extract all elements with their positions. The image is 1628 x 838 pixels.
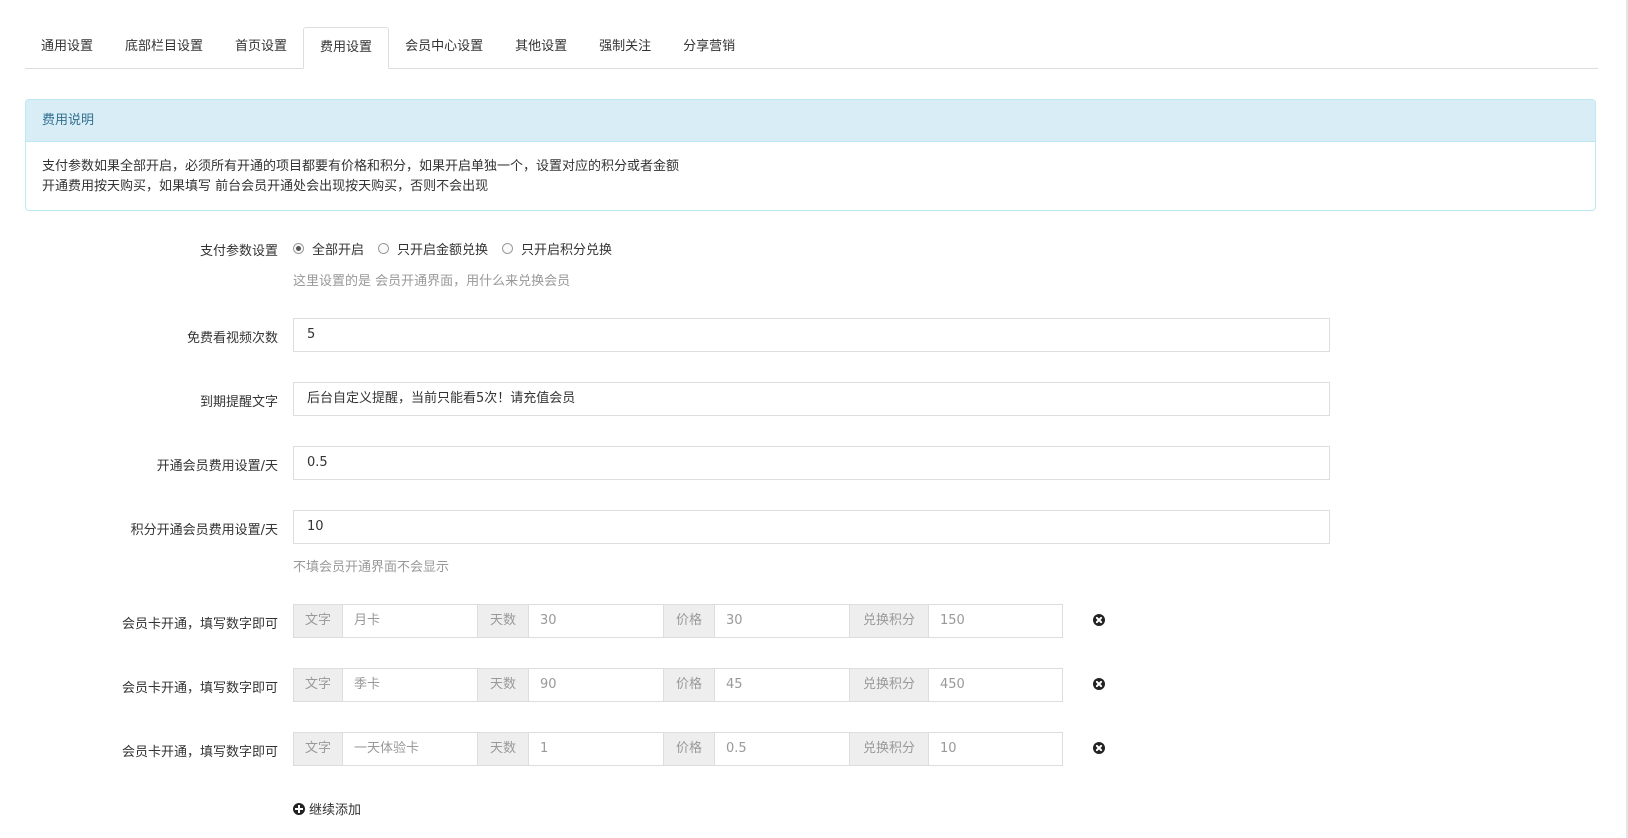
addon-points-label: 兑换积分	[850, 605, 929, 637]
payment-help-text: 这里设置的是 会员开通界面，用什么来兑换会员	[293, 274, 571, 289]
panel-title: 费用说明	[26, 100, 1595, 142]
settings-tabs: 通用设置 底部栏目设置 首页设置 费用设置 会员中心设置 其他设置 强制关注 分…	[25, 27, 1598, 69]
radio-label: 只开启积分兑换	[521, 243, 613, 258]
card-price-input[interactable]: 45	[715, 669, 850, 701]
daily-fee-label: 开通会员费用设置/天	[156, 459, 278, 474]
tab-share-marketing[interactable]: 分享营销	[667, 27, 751, 67]
remove-card-icon[interactable]	[1093, 678, 1105, 690]
card-row-label: 会员卡开通，填写数字即可	[121, 745, 278, 760]
tab-fees[interactable]: 费用设置	[303, 27, 390, 69]
addon-points-label: 兑换积分	[850, 733, 929, 765]
card-days-input[interactable]: 1	[529, 733, 664, 765]
card-row: 文字 一天体验卡 天数 1 价格 0.5 兑换积分 10	[293, 732, 1063, 766]
expire-text-label: 到期提醒文字	[199, 395, 278, 410]
card-row-label: 会员卡开通，填写数字即可	[121, 681, 278, 696]
fee-info-panel: 费用说明 支付参数如果全部开启，必须所有开通的项目都要有价格和积分，如果开启单独…	[25, 99, 1596, 211]
page: 通用设置 底部栏目设置 首页设置 费用设置 会员中心设置 其他设置 强制关注 分…	[0, 0, 1628, 838]
card-price-input[interactable]: 0.5	[715, 733, 850, 765]
card-points-input[interactable]: 450	[929, 669, 1062, 701]
radio-money-only[interactable]: 只开启金额兑换	[378, 239, 488, 258]
card-days-input[interactable]: 90	[529, 669, 664, 701]
panel-line: 支付参数如果全部开启，必须所有开通的项目都要有价格和积分，如果开启单独一个，设置…	[42, 159, 680, 174]
daily-points-help-text: 不填会员开通界面不会显示	[293, 560, 450, 575]
addon-points-label: 兑换积分	[850, 669, 929, 701]
addon-price-label: 价格	[664, 733, 715, 765]
addon-text-label: 文字	[294, 733, 343, 765]
addon-price-label: 价格	[664, 605, 715, 637]
tab-member-center[interactable]: 会员中心设置	[389, 27, 499, 67]
radio-indicator[interactable]	[293, 243, 304, 254]
daily-fee-input[interactable]: 0.5	[293, 446, 1330, 480]
radio-indicator[interactable]	[378, 243, 390, 254]
radio-label: 全部开启	[312, 243, 365, 258]
remove-card-icon[interactable]	[1093, 614, 1105, 626]
payment-radio-group: 全部开启 只开启金额兑换 只开启积分兑换	[293, 239, 626, 258]
addon-text-label: 文字	[294, 669, 343, 701]
card-price-input[interactable]: 30	[715, 605, 850, 637]
plus-circle-icon	[293, 802, 305, 815]
card-points-input[interactable]: 10	[929, 733, 1062, 765]
card-text-input[interactable]: 一天体验卡	[343, 733, 478, 765]
card-text-input[interactable]: 月卡	[343, 605, 478, 637]
free-views-input[interactable]: 5	[293, 318, 1330, 352]
card-text-input[interactable]: 季卡	[343, 669, 478, 701]
card-row: 文字 月卡 天数 30 价格 30 兑换积分 150	[293, 604, 1063, 638]
tab-force-follow[interactable]: 强制关注	[583, 27, 667, 67]
payment-label: 支付参数设置	[199, 244, 278, 259]
addon-price-label: 价格	[664, 669, 715, 701]
expire-text-input[interactable]: 后台自定义提醒，当前只能看5次！请充值会员	[293, 382, 1330, 416]
panel-body: 支付参数如果全部开启，必须所有开通的项目都要有价格和积分，如果开启单独一个，设置…	[26, 142, 1595, 197]
radio-points-only[interactable]: 只开启积分兑换	[502, 239, 612, 258]
tab-bottom-bar[interactable]: 底部栏目设置	[109, 27, 219, 67]
card-row: 文字 季卡 天数 90 价格 45 兑换积分 450	[293, 668, 1063, 702]
daily-points-label: 积分开通会员费用设置/天	[130, 523, 278, 538]
addon-text-label: 文字	[294, 605, 343, 637]
radio-indicator[interactable]	[502, 243, 514, 254]
addon-days-label: 天数	[478, 669, 529, 701]
daily-points-input[interactable]: 10	[293, 510, 1330, 544]
addon-days-label: 天数	[478, 733, 529, 765]
addon-days-label: 天数	[478, 605, 529, 637]
tab-general[interactable]: 通用设置	[25, 27, 109, 67]
tab-other[interactable]: 其他设置	[499, 27, 583, 67]
tab-home[interactable]: 首页设置	[219, 27, 303, 67]
radio-label: 只开启金额兑换	[397, 243, 489, 258]
card-days-input[interactable]: 30	[529, 605, 664, 637]
card-points-input[interactable]: 150	[929, 605, 1062, 637]
panel-line: 开通费用按天购买，如果填写 前台会员开通处会出现按天购买，否则不会出现	[42, 179, 489, 194]
card-row-label: 会员卡开通，填写数字即可	[121, 617, 278, 632]
radio-all-enabled[interactable]: 全部开启	[293, 239, 364, 258]
add-more-button[interactable]: 继续添加	[293, 799, 361, 818]
free-views-label: 免费看视频次数	[186, 331, 278, 346]
remove-card-icon[interactable]	[1093, 742, 1105, 754]
add-more-label: 继续添加	[309, 803, 362, 818]
